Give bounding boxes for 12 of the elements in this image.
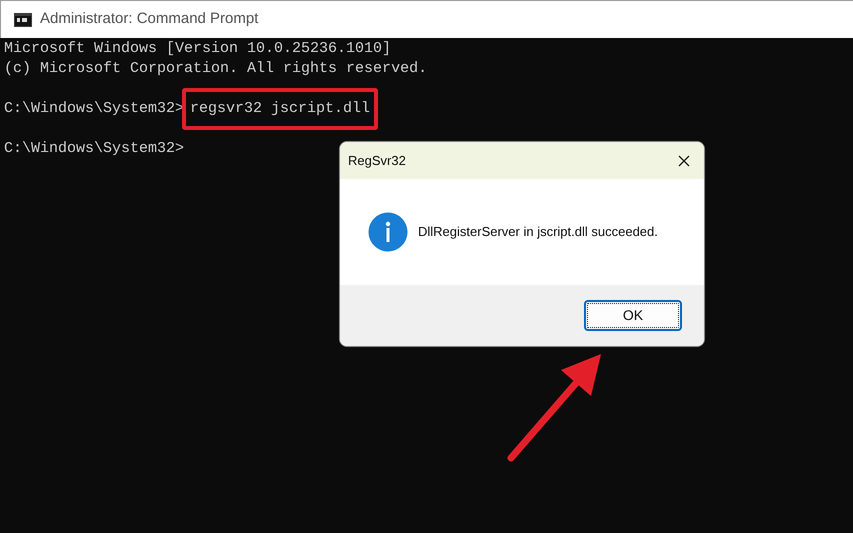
console-text: (c) Microsoft Corporation. All rights reserved. <box>4 59 428 79</box>
console-text: Microsoft Windows [Version 10.0.25236.1010] <box>4 39 392 59</box>
close-icon[interactable] <box>678 154 690 166</box>
highlighted-command: regsvr32 jscript.dll <box>182 88 378 130</box>
dialog-title: RegSvr32 <box>348 152 406 170</box>
info-icon <box>368 212 408 252</box>
console-icon <box>14 12 32 26</box>
ok-button[interactable]: OK <box>584 300 682 331</box>
prompt-text: C:\Windows\System32> <box>4 99 184 119</box>
prompt-text: C:\Windows\System32> <box>4 139 184 159</box>
dialog-message: DllRegisterServer in jscript.dll succeeded. <box>418 223 658 242</box>
window-title: Administrator: Command Prompt <box>40 9 258 30</box>
